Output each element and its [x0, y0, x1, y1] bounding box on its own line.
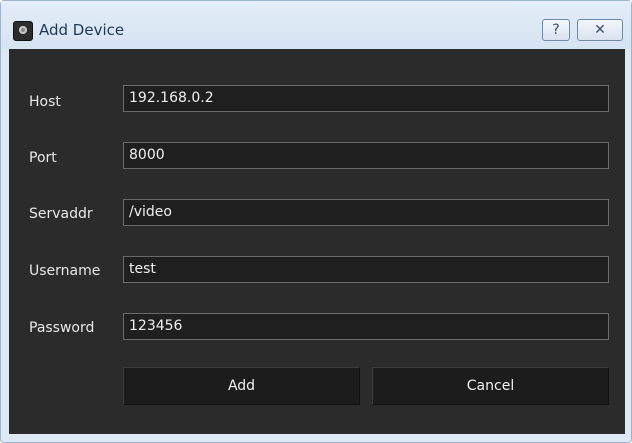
help-icon: ?: [552, 22, 560, 38]
close-icon: ✕: [594, 22, 606, 38]
username-label: Username: [29, 263, 101, 279]
host-label: Host: [29, 94, 61, 110]
close-button[interactable]: ✕: [577, 19, 623, 41]
port-input[interactable]: 8000: [123, 142, 609, 169]
title-bar: Add Device ? ✕: [1, 1, 631, 49]
dialog-body: Host 192.168.0.2 Port 8000 Servaddr /vid…: [9, 49, 625, 434]
username-input[interactable]: test: [123, 256, 609, 283]
password-input[interactable]: 123456: [123, 313, 609, 340]
port-label: Port: [29, 150, 57, 166]
camera-app-icon: [13, 21, 33, 41]
servaddr-label: Servaddr: [29, 206, 93, 222]
help-button[interactable]: ?: [542, 19, 570, 41]
host-input[interactable]: 192.168.0.2: [123, 85, 609, 112]
window-title: Add Device: [39, 21, 125, 39]
add-device-dialog: Add Device ? ✕ Host 192.168.0.2 Port 800…: [0, 0, 632, 443]
cancel-button[interactable]: Cancel: [372, 367, 609, 405]
add-button[interactable]: Add: [123, 367, 360, 405]
servaddr-input[interactable]: /video: [123, 199, 609, 226]
password-label: Password: [29, 320, 95, 336]
